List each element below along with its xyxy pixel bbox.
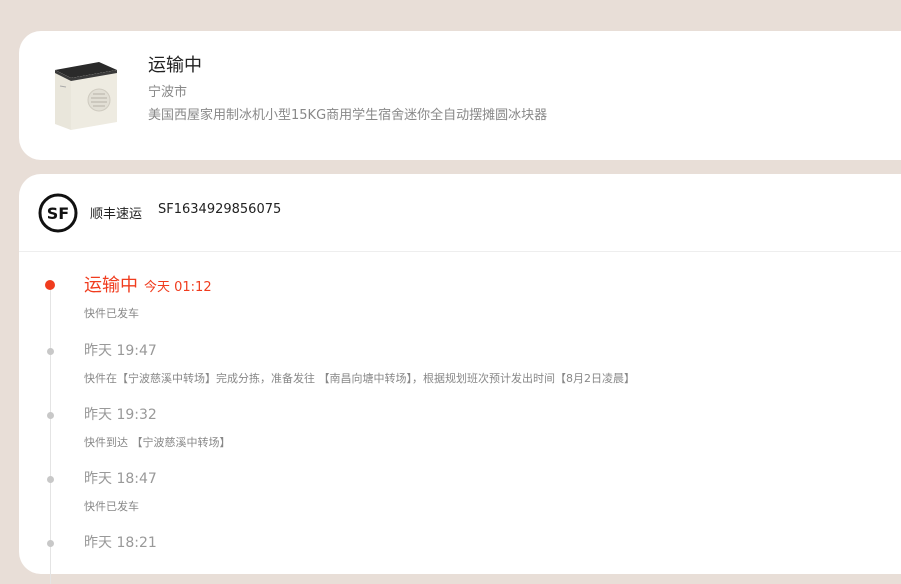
timeline-dot-active bbox=[45, 280, 55, 290]
event-description: 快件在【宁波慈溪中转场】完成分拣，准备发往 【南昌向塘中转场】，根据规划班次预计… bbox=[84, 372, 635, 385]
timeline-dot bbox=[47, 412, 54, 419]
event-time: 昨天 18:21 bbox=[84, 535, 157, 551]
shipment-city: 宁波市 bbox=[148, 85, 188, 100]
shipment-status: 运输中 bbox=[148, 55, 202, 76]
event-description: 快件到达 【宁波慈溪中转场】 bbox=[84, 436, 231, 449]
logistics-card: SF 顺丰速运 SF1634929856075 运输中 今天 01:12 快件已发… bbox=[19, 174, 901, 584]
product-image[interactable] bbox=[49, 58, 119, 134]
carrier-row: SF 顺丰速运 SF1634929856075 bbox=[19, 174, 901, 252]
sf-express-logo-icon: SF bbox=[38, 193, 78, 233]
timeline-dot bbox=[47, 476, 54, 483]
event-time: 今天 01:12 bbox=[144, 280, 212, 295]
event-time: 昨天 18:47 bbox=[84, 471, 157, 487]
event-status: 运输中 bbox=[84, 275, 138, 296]
event-description: 快件已发车 bbox=[84, 500, 139, 513]
event-header: 运输中 今天 01:12 bbox=[84, 271, 212, 297]
timeline-dot bbox=[47, 348, 54, 355]
event-time: 昨天 19:32 bbox=[84, 407, 157, 423]
event-description: 快件已发车 bbox=[84, 307, 139, 320]
event-time: 昨天 19:47 bbox=[84, 343, 157, 359]
product-name[interactable]: 美国西屋家用制冰机小型15KG商用学生宿舍迷你全自动摆摊圆冰块器 bbox=[148, 104, 547, 123]
timeline-line bbox=[50, 284, 51, 584]
order-product-card[interactable]: 运输中 宁波市 美国西屋家用制冰机小型15KG商用学生宿舍迷你全自动摆摊圆冰块器 bbox=[19, 31, 901, 160]
carrier-name: 顺丰速运 bbox=[90, 207, 143, 222]
tracking-number[interactable]: SF1634929856075 bbox=[158, 202, 281, 217]
sf-logo-text: SF bbox=[47, 204, 69, 223]
timeline-dot bbox=[47, 540, 54, 547]
